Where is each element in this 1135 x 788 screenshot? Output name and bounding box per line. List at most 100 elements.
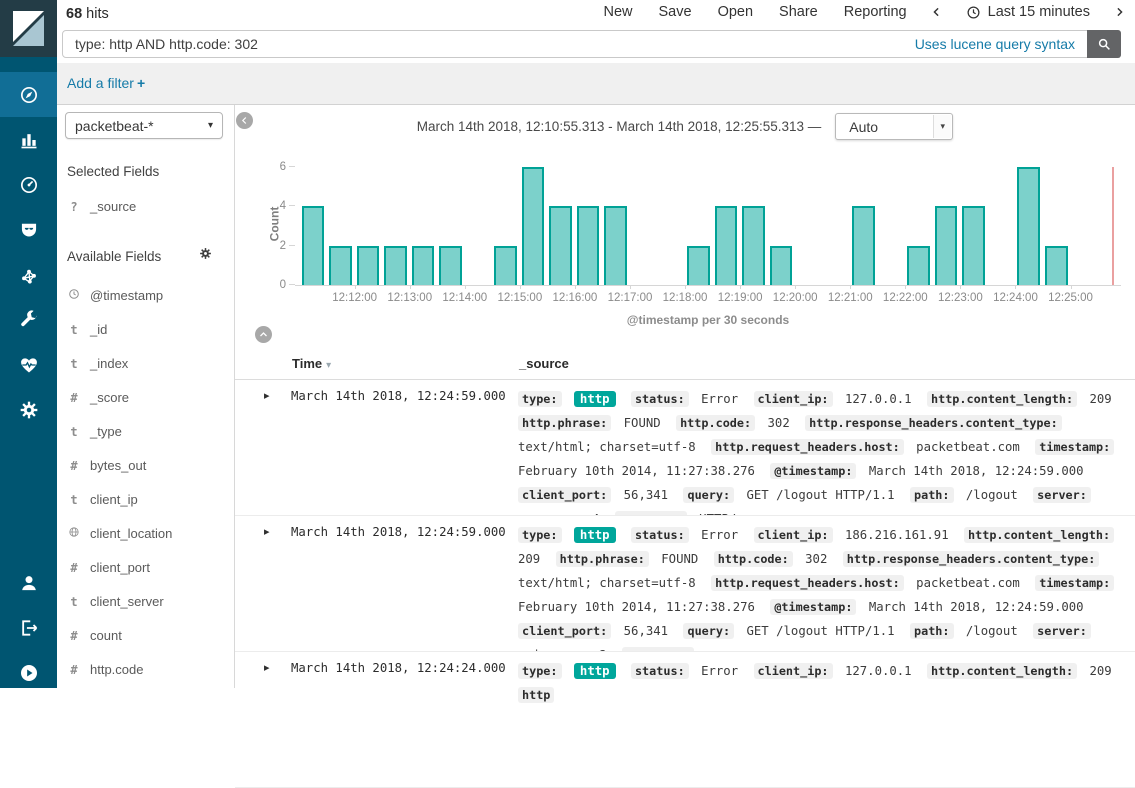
clock-icon [67, 288, 81, 303]
field-settings-gear-icon[interactable] [199, 247, 212, 260]
selected-fields-heading: Selected Fields [67, 164, 159, 179]
index-pattern-select[interactable]: packetbeat-* ▾ [65, 112, 223, 139]
histogram-bar[interactable] [852, 206, 875, 285]
nav-item-dashboard[interactable] [0, 162, 57, 207]
nav-item-account[interactable] [0, 560, 57, 605]
search-button[interactable] [1087, 30, 1121, 58]
menu-save[interactable]: Save [659, 4, 692, 20]
collapse-chart-button[interactable] [255, 326, 272, 343]
search-input[interactable] [63, 36, 915, 52]
nav-item-monitoring[interactable] [0, 342, 57, 387]
field-type-hash-icon: # [67, 561, 81, 575]
x-tick-mark [575, 285, 576, 289]
compass-icon [19, 85, 39, 105]
expand-caret-icon[interactable]: ▸ [264, 525, 270, 538]
field-@timestamp[interactable]: @timestamp [67, 288, 163, 303]
histogram-bar[interactable] [522, 167, 545, 285]
field-_source[interactable]: ?_source [67, 199, 136, 214]
field-value: text/html; charset=utf-8 [518, 440, 696, 454]
x-tick-mark [740, 285, 741, 289]
nav-item-visualize[interactable] [0, 117, 57, 162]
time-column-header[interactable]: Time▾ [292, 356, 331, 371]
field-_index[interactable]: t_index [67, 356, 128, 371]
field-value: 209 [1089, 664, 1111, 678]
menu-share[interactable]: Share [779, 4, 818, 20]
histogram-bar[interactable] [604, 206, 627, 285]
histogram-bar[interactable] [577, 206, 600, 285]
field-client_port[interactable]: #client_port [67, 560, 150, 575]
nav-item-logout[interactable] [0, 605, 57, 650]
histogram-bar[interactable] [742, 206, 765, 285]
field-client_ip[interactable]: tclient_ip [67, 492, 138, 507]
kibana-logo[interactable] [0, 0, 57, 57]
field-http.code[interactable]: #http.code [67, 662, 144, 677]
histogram-bar[interactable] [412, 246, 435, 285]
doc-source: type: http status: Error client_ip: 186.… [518, 516, 1129, 652]
time-range-end-marker [1112, 167, 1114, 285]
collapse-sidebar-button[interactable] [236, 112, 253, 129]
field-client_server[interactable]: tclient_server [67, 594, 164, 609]
x-tick-label: 12:22:00 [883, 292, 928, 304]
clock-icon [68, 288, 80, 300]
document-table: ▸ March 14th 2018, 12:24:59.000 type: http… [235, 380, 1135, 788]
field-value: /logout [966, 488, 1018, 502]
field-client_location[interactable]: client_location [67, 526, 172, 541]
time-prev-button[interactable] [931, 5, 942, 19]
field-key-badge: timestamp: [1035, 575, 1114, 591]
globe-icon [68, 526, 80, 538]
field-count[interactable]: #count [67, 628, 122, 643]
histogram-bar[interactable] [962, 206, 985, 285]
chevron-left-icon [240, 116, 249, 125]
histogram-bar[interactable] [1017, 167, 1040, 285]
field-_type[interactable]: t_type [67, 424, 122, 439]
field-type-t-icon: t [67, 323, 81, 337]
field-bytes_out[interactable]: #bytes_out [67, 458, 146, 473]
histogram-bar[interactable] [687, 246, 710, 285]
expand-caret-icon[interactable]: ▸ [264, 661, 270, 674]
interval-select[interactable]: Auto ▾ [835, 113, 953, 140]
histogram-bar[interactable] [302, 206, 325, 285]
nav-item-discover[interactable] [0, 72, 57, 117]
y-tick-mark [289, 205, 295, 206]
doc-timestamp: March 14th 2018, 12:24:59.000 [291, 389, 506, 403]
histogram-bar[interactable] [907, 246, 930, 285]
histogram-bar[interactable] [357, 246, 380, 285]
x-tick-label: 12:17:00 [608, 292, 653, 304]
add-filter-button[interactable]: Add a filter+ [67, 75, 145, 91]
field-key-badge: server: [1033, 487, 1091, 503]
field-_score[interactable]: #_score [67, 390, 129, 405]
field-_id[interactable]: t_id [67, 322, 107, 337]
table-row: ▸March 14th 2018, 12:24:24.000type: http… [235, 652, 1135, 788]
histogram-bar[interactable] [770, 246, 793, 285]
expand-caret-icon[interactable]: ▸ [264, 389, 270, 402]
lucene-syntax-link[interactable]: Uses lucene query syntax [915, 36, 1075, 52]
menu-new[interactable]: New [603, 4, 632, 20]
nav-item-timelion[interactable] [0, 207, 57, 252]
field-key-badge: client_port: [518, 623, 611, 639]
histogram-bar[interactable] [1045, 246, 1068, 285]
field-value: February 10th 2014, 11:27:38.276 [518, 600, 755, 614]
menu-reporting[interactable]: Reporting [844, 4, 907, 20]
mask-icon [19, 220, 39, 240]
filter-bar: Add a filter+ [57, 63, 1135, 105]
nav-item-collapse-nav[interactable] [0, 650, 57, 695]
histogram-bar[interactable] [384, 246, 407, 285]
field-key-badge: http.content_length: [927, 663, 1077, 679]
time-next-button[interactable] [1114, 5, 1125, 19]
y-tick-mark [289, 166, 295, 167]
menu-open[interactable]: Open [718, 4, 753, 20]
field-type-hash-icon: # [67, 663, 81, 677]
field-key-badge: http.phrase: [556, 551, 649, 567]
histogram-bar[interactable] [494, 246, 517, 285]
field-value: 302 [768, 416, 790, 430]
nav-item-management[interactable] [0, 387, 57, 432]
histogram-bar[interactable] [439, 246, 462, 285]
nav-item-dev-tools[interactable] [0, 297, 57, 342]
histogram-bar[interactable] [935, 206, 958, 285]
timepicker-button[interactable]: Last 15 minutes [966, 4, 1090, 20]
nav-item-graph[interactable] [0, 252, 57, 297]
field-type-t-icon: t [67, 493, 81, 507]
histogram-bar[interactable] [329, 246, 352, 285]
histogram-bar[interactable] [549, 206, 572, 285]
histogram-bar[interactable] [715, 206, 738, 285]
